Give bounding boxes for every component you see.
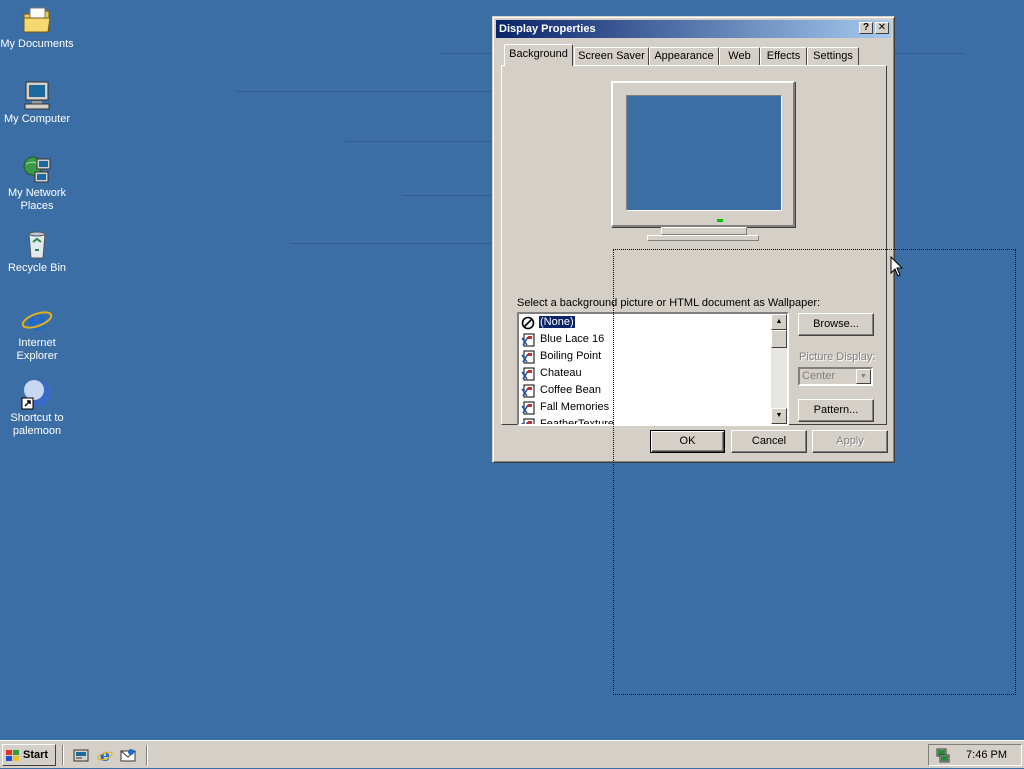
list-item[interactable]: Fall Memories — [521, 399, 610, 416]
desktop-icon-internet-explorer[interactable]: e Internet Explorer — [0, 303, 74, 363]
desktop-icon-label: Recycle Bin — [7, 262, 67, 274]
picture-display-select[interactable]: Center ▼ — [798, 367, 873, 386]
chevron-down-icon: ▼ — [856, 369, 871, 384]
cancel-button[interactable]: Cancel — [731, 430, 807, 453]
list-item-label: Chateau — [540, 367, 582, 379]
tab-web[interactable]: Web — [719, 47, 760, 65]
monitor-stand — [661, 227, 747, 235]
desktop-icon-label: My Documents — [0, 38, 74, 50]
palemoon-icon — [21, 378, 53, 410]
list-item[interactable]: (None) — [521, 314, 576, 331]
folder-documents-icon — [21, 4, 53, 36]
tab-background[interactable]: Background — [504, 44, 573, 66]
bitmap-file-icon — [521, 384, 535, 398]
arrow-down-icon: ▼ — [775, 412, 783, 419]
title-bar[interactable]: Display Properties ? ✕ — [496, 20, 891, 38]
browse-button[interactable]: Browse... — [798, 313, 874, 336]
list-item-label: Blue Lace 16 — [540, 333, 605, 345]
internet-explorer-icon: e — [21, 303, 53, 338]
tab-strip: Background Screen Saver Appearance Web E… — [501, 44, 881, 66]
internet-explorer-quicklaunch-icon[interactable]: e — [97, 746, 113, 765]
picture-display-value: Center — [802, 370, 836, 382]
bitmap-file-icon — [521, 418, 535, 424]
computer-icon — [21, 79, 53, 111]
outlook-express-icon[interactable] — [120, 747, 136, 763]
desktop-icon-my-network-places[interactable]: My Network Places — [0, 153, 74, 213]
background-tab-panel: Select a background picture or HTML docu… — [501, 65, 887, 426]
vertical-scrollbar[interactable]: ▲ ▼ — [771, 314, 787, 424]
scroll-up-button[interactable]: ▲ — [771, 314, 787, 330]
network-icon — [21, 153, 53, 185]
monitor-preview-screen — [626, 95, 782, 211]
bitmap-file-icon — [521, 401, 535, 415]
screen-artifact — [236, 91, 492, 92]
ok-button[interactable]: OK — [650, 430, 725, 453]
screen-artifact — [290, 243, 492, 244]
desktop-icon-label: Internet Explorer — [16, 337, 58, 362]
show-desktop-icon[interactable] — [73, 747, 89, 763]
tab-screen-saver[interactable]: Screen Saver — [574, 47, 649, 65]
recycle-bin-icon — [21, 228, 53, 260]
list-item[interactable]: Chateau — [521, 365, 583, 382]
list-item[interactable]: Boiling Point — [521, 348, 602, 365]
bitmap-file-icon — [521, 350, 535, 364]
list-item-label: Boiling Point — [540, 350, 602, 362]
desktop-icon-label: My Network Places — [7, 187, 67, 212]
system-tray: 7:46 PM — [928, 744, 1022, 766]
desktop-icon-my-documents[interactable]: My Documents — [0, 4, 74, 51]
desktop-icon-label: My Computer — [3, 113, 71, 125]
close-button[interactable]: ✕ — [875, 22, 889, 34]
none-icon — [521, 316, 535, 330]
window-title: Display Properties — [499, 23, 596, 35]
monitor-preview — [611, 81, 795, 227]
list-item-label: (None) — [538, 315, 576, 329]
list-item[interactable]: Coffee Bean — [521, 382, 602, 399]
taskbar-separator — [146, 745, 148, 765]
picture-display-label: Picture Display: — [799, 351, 876, 363]
monitor-base — [647, 235, 759, 241]
power-led — [717, 219, 723, 222]
tab-effects[interactable]: Effects — [760, 47, 807, 65]
wallpaper-prompt: Select a background picture or HTML docu… — [517, 297, 821, 309]
tab-appearance[interactable]: Appearance — [649, 47, 719, 65]
tab-settings[interactable]: Settings — [807, 47, 859, 65]
screen-artifact — [402, 195, 492, 196]
scroll-down-button[interactable]: ▼ — [771, 408, 787, 424]
svg-text:e: e — [27, 303, 46, 335]
desktop-icon-label: Shortcut to palemoon — [10, 412, 64, 437]
screen-artifact — [895, 53, 965, 54]
start-button[interactable]: Start — [2, 744, 56, 766]
apply-button[interactable]: Apply — [812, 430, 888, 453]
list-item-label: FeatherTexture — [540, 418, 614, 426]
pattern-button[interactable]: Pattern... — [798, 399, 874, 422]
bitmap-file-icon — [521, 333, 535, 347]
mouse-cursor-icon — [890, 255, 904, 278]
screen-artifact — [346, 141, 492, 142]
bitmap-file-icon — [521, 367, 535, 381]
screen-artifact — [440, 53, 492, 54]
start-label: Start — [23, 749, 49, 761]
close-icon: ✕ — [877, 22, 887, 33]
wallpaper-list[interactable]: (None) Blue Lace 16 Boiling Point Chatea… — [517, 312, 789, 426]
network-tray-icon[interactable] — [935, 747, 951, 763]
list-item[interactable]: FeatherTexture — [521, 416, 615, 426]
desktop-icon-my-computer[interactable]: My Computer — [0, 79, 74, 126]
desktop-icon-recycle-bin[interactable]: Recycle Bin — [0, 228, 74, 275]
desktop-icon-palemoon-shortcut[interactable]: Shortcut to palemoon — [0, 378, 74, 438]
help-icon: ? — [862, 22, 870, 33]
arrow-up-icon: ▲ — [775, 318, 783, 325]
clock[interactable]: 7:46 PM — [966, 749, 1007, 761]
list-item-label: Coffee Bean — [540, 384, 601, 396]
taskbar: Start e 7:46 PM — [0, 740, 1024, 768]
display-properties-window: Display Properties ? ✕ Background Screen… — [492, 16, 895, 463]
scroll-thumb[interactable] — [771, 330, 787, 348]
help-button[interactable]: ? — [859, 22, 873, 34]
windows-flag-icon — [6, 749, 20, 761]
list-item[interactable]: Blue Lace 16 — [521, 331, 605, 348]
list-item-label: Fall Memories — [540, 401, 610, 413]
taskbar-separator — [62, 745, 64, 765]
